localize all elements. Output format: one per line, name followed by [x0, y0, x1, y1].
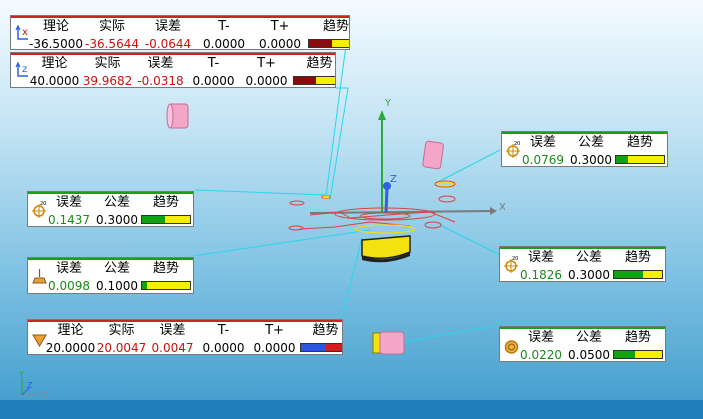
value-tolerance: 0.1000 [96, 279, 138, 293]
col-header-trend: 趋势 [152, 195, 179, 210]
value-lower-tol: 0.0000 [192, 74, 235, 88]
col-header-tolerance: 公差 [103, 195, 130, 210]
value-actual: 20.0047 [96, 341, 147, 355]
col-header-upper-tol: T+ [257, 56, 276, 71]
leader-line [439, 224, 501, 256]
y-axis-arrow [378, 110, 386, 120]
col-header-tolerance: 公差 [577, 135, 604, 150]
value-error: 0.1826 [520, 268, 562, 282]
trend-bar [141, 215, 191, 224]
col-header-actual: 实际 [108, 323, 135, 338]
trend-bar [615, 155, 665, 164]
axis-triad: Y Z X [18, 370, 48, 400]
triad-z-label: Z [27, 381, 33, 390]
triad-x-label: X [42, 391, 48, 400]
col-header-error: 误差 [147, 56, 174, 71]
col-header-error: 误差 [55, 195, 82, 210]
feature-wireframes [288, 180, 456, 231]
trend-bar [293, 76, 335, 85]
circularity-panel[interactable]: 误差 公差 趋势 0.0220 0.0500 [499, 326, 666, 362]
x-axis-label: X [499, 202, 506, 213]
col-header-upper-tol: T+ [265, 323, 284, 338]
position-panel-right-2[interactable]: 20 误差 公差 趋势 0.1826 0.3000 [499, 246, 666, 282]
value-upper-tol: 0.0000 [259, 37, 301, 50]
col-header-upper-tol: T+ [270, 19, 290, 34]
value-error: 0.0047 [151, 341, 194, 355]
col-header-error: 误差 [527, 250, 554, 265]
yellow-block-part [361, 235, 411, 263]
trend-bar [613, 270, 663, 279]
value-tolerance: 0.0500 [568, 348, 610, 362]
col-header-tolerance: 公差 [575, 250, 602, 265]
z-axis-label: Z [390, 174, 397, 185]
value-lower-tol: 0.0000 [202, 341, 245, 355]
col-header-lower-tol: T- [218, 19, 230, 34]
value-error: 0.0098 [48, 279, 90, 293]
col-header-trend: 趋势 [624, 330, 651, 345]
col-header-lower-tol: T- [217, 323, 230, 338]
value-actual: 39.9682 [82, 74, 133, 88]
value-upper-tol: 0.0000 [253, 341, 296, 355]
col-header-trend: 趋势 [626, 135, 653, 150]
position-panel-left[interactable]: 20 误差 公差 趋势 0.1437 0.3000 [27, 191, 194, 227]
col-header-trend: 趋势 [312, 323, 339, 338]
col-header-lower-tol: T- [207, 56, 220, 71]
col-header-error: 误差 [529, 135, 556, 150]
value-actual: -36.5644 [85, 37, 139, 50]
col-header-error: 误差 [159, 323, 186, 338]
col-header-theoretical: 理论 [57, 323, 84, 338]
diameter-panel[interactable]: 理论 实际 误差 T- T+ 趋势 20.0000 20.0047 0.0047… [27, 319, 343, 355]
value-theoretical: 20.0000 [45, 341, 96, 355]
z-axis-line [384, 187, 389, 214]
value-error: -0.0644 [144, 37, 192, 50]
col-header-error: 误差 [55, 261, 82, 276]
leader-line [395, 324, 501, 344]
cylinder-part [372, 331, 405, 355]
trend-bar [308, 39, 349, 48]
value-theoretical: 40.0000 [29, 74, 80, 88]
col-header-trend: 趋势 [624, 250, 651, 265]
col-header-tolerance: 公差 [575, 330, 602, 345]
value-theoretical: -36.5000 [29, 37, 83, 50]
value-tolerance: 0.3000 [568, 268, 610, 282]
value-error: 0.0220 [520, 348, 562, 362]
trend-bar [141, 281, 191, 290]
y-axis-label: Y [384, 98, 392, 109]
col-header-trend: 趋势 [322, 19, 349, 34]
col-header-tolerance: 公差 [103, 261, 130, 276]
leader-line [341, 237, 363, 319]
col-header-trend: 趋势 [152, 261, 179, 276]
value-tolerance: 0.3000 [570, 153, 612, 167]
cylinder-part [422, 140, 444, 170]
x-axis-arrow [490, 207, 497, 215]
position-panel-right-1[interactable]: 20 误差 公差 趋势 0.0769 0.3000 [501, 131, 668, 167]
col-header-theoretical: 理论 [42, 19, 69, 34]
value-error: 0.1437 [48, 213, 90, 227]
leader-line [192, 229, 371, 257]
cylinder-part [166, 103, 189, 129]
value-lower-tol: 0.0000 [203, 37, 245, 50]
status-bar [0, 400, 703, 419]
trend-bar [613, 350, 663, 359]
trend-bar [300, 343, 342, 352]
leader-line [437, 149, 501, 183]
col-header-trend: 趋势 [306, 56, 333, 71]
svg-text:z: z [22, 64, 27, 75]
value-error: -0.0318 [137, 74, 184, 88]
col-header-error: 误差 [154, 19, 181, 34]
col-header-actual: 实际 [94, 56, 121, 71]
leader-line [194, 189, 326, 196]
col-header-error: 误差 [527, 330, 554, 345]
triad-y-label: Y [18, 370, 24, 379]
col-header-actual: 实际 [98, 19, 125, 34]
x-deviation-panel[interactable]: x 理论 实际 误差 T- T+ 趋势 -36.5000 -36.5644 -0… [10, 15, 350, 50]
flatness-panel[interactable]: 误差 公差 趋势 0.0098 0.1000 [27, 257, 194, 294]
value-tolerance: 0.3000 [96, 213, 138, 227]
value-upper-tol: 0.0000 [245, 74, 288, 88]
z-deviation-panel[interactable]: z 理论 实际 误差 T- T+ 趋势 40.0000 39.9682 -0.0… [10, 52, 336, 88]
col-header-theoretical: 理论 [41, 56, 68, 71]
value-error: 0.0769 [522, 153, 564, 167]
